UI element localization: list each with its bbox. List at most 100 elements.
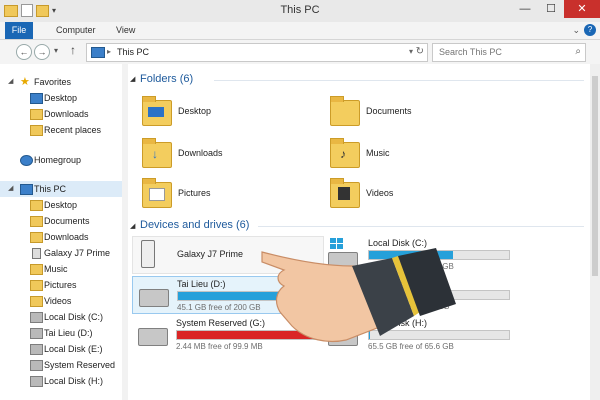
folder-name: Pictures <box>178 188 211 198</box>
address-bar[interactable]: ▸ This PC ▾ ↻ <box>86 43 428 62</box>
back-button[interactable]: ← <box>16 44 32 60</box>
nav-item-label: Desktop <box>44 200 78 210</box>
close-icon[interactable]: ✕ <box>564 0 600 18</box>
computer-icon <box>20 184 33 195</box>
collapse-icon[interactable]: ◢ <box>8 74 13 90</box>
desktop-folder-icon <box>142 96 172 126</box>
drive-icon <box>139 289 169 307</box>
collapse-icon[interactable]: ◢ <box>8 181 13 197</box>
nav-item-label: Music <box>44 264 68 274</box>
videos-folder-icon <box>30 296 43 307</box>
nav-item-label: Videos <box>44 296 72 306</box>
device-name: Local Disk (H:) <box>368 318 428 328</box>
folder-item-downloads[interactable]: ↓ Downloads <box>142 136 312 170</box>
breadcrumb[interactable]: This PC <box>117 47 149 57</box>
device-item-disk-e[interactable]: Local Disk (E:) 145 GB free of 150 GB <box>328 276 518 312</box>
nav-item-label: Recent places <box>44 125 102 135</box>
nav-item-label: Tai Lieu (D:) <box>44 328 93 338</box>
device-name: System Reserved (G:) <box>176 318 266 328</box>
tab-file[interactable]: File <box>5 22 33 39</box>
downloads-folder-icon: ↓ <box>142 138 172 168</box>
group-header-folders[interactable]: Folders (6) <box>140 73 193 85</box>
usage-fill <box>369 251 453 259</box>
nav-item-label: Downloads <box>44 109 89 119</box>
nav-this-pc-label: This PC <box>34 184 67 194</box>
collapse-group-icon[interactable]: ◢ <box>130 75 135 83</box>
nav-item-label: Desktop <box>44 93 78 103</box>
free-space: 145 GB free of 150 GB <box>368 302 450 311</box>
drive-icon <box>328 252 358 270</box>
nav-item-label: System Reserved <box>44 360 116 370</box>
folder-item-pictures[interactable]: Pictures <box>142 176 312 210</box>
device-item-disk-d[interactable]: Tai Lieu (D:) 45.1 GB free of 200 GB <box>132 276 324 314</box>
usage-bar <box>368 290 510 300</box>
free-space: 19.9 GB free of 49.9 GB <box>368 262 454 271</box>
group-divider <box>214 80 584 81</box>
folder-name: Downloads <box>178 148 223 158</box>
device-item-galaxy[interactable]: Galaxy J7 Prime <box>132 236 324 274</box>
device-item-disk-c[interactable]: Local Disk (C:) 19.9 GB free of 49.9 GB <box>328 236 518 272</box>
usage-fill <box>369 331 371 339</box>
pictures-folder-icon <box>142 178 172 208</box>
nav-item-label: Downloads <box>44 232 89 242</box>
maximize-icon[interactable]: ☐ <box>538 0 564 18</box>
drive-icon <box>328 328 358 346</box>
forward-button[interactable]: → <box>34 44 50 60</box>
nav-item-label: Local Disk (C:) <box>44 312 104 322</box>
content-scrollbar[interactable] <box>590 64 600 400</box>
expand-ribbon-icon[interactable]: ⌄ <box>572 25 580 36</box>
recent-locations-icon[interactable]: ▾ <box>54 46 58 55</box>
drive-icon <box>30 376 43 387</box>
folder-item-desktop[interactable]: Desktop <box>142 94 312 128</box>
usage-fill <box>369 291 376 299</box>
refresh-icon[interactable]: ↻ <box>416 46 424 57</box>
content-pane: ◢ Folders (6) Desktop Documents ↓ Downlo… <box>128 64 590 400</box>
tab-view[interactable]: View <box>106 22 145 39</box>
drive-icon <box>138 328 168 346</box>
address-dropdown-icon[interactable]: ▾ <box>409 47 413 56</box>
breadcrumb-separator-icon[interactable]: ▸ <box>107 47 111 56</box>
tab-computer[interactable]: Computer <box>46 22 106 39</box>
music-folder-icon <box>30 264 43 275</box>
recent-places-icon <box>30 125 43 136</box>
up-icon[interactable]: ↑ <box>70 43 76 57</box>
folder-item-music[interactable]: ♪ Music <box>330 136 500 170</box>
folder-name: Videos <box>366 188 394 198</box>
help-icon[interactable]: ? <box>584 24 596 36</box>
navigation-pane: ◢ ★ Favorites Desktop Downloads Recent p… <box>0 64 123 400</box>
videos-folder-icon <box>330 178 360 208</box>
folder-name: Music <box>366 148 390 158</box>
device-item-system-reserved[interactable]: System Reserved (G:) 2.44 MB free of 99.… <box>132 316 322 352</box>
collapse-group-icon[interactable]: ◢ <box>130 222 135 230</box>
search-box[interactable]: ⌕ <box>432 43 586 62</box>
usage-bar <box>368 330 510 340</box>
nav-item-label: Galaxy J7 Prime <box>44 248 111 258</box>
usage-bar <box>177 291 319 301</box>
documents-folder-icon <box>330 96 360 126</box>
group-header-devices[interactable]: Devices and drives (6) <box>140 219 249 231</box>
nav-favorites-label: Favorites <box>34 77 72 87</box>
group-divider <box>258 226 584 227</box>
device-name: Galaxy J7 Prime <box>177 249 244 259</box>
nav-this-pc[interactable]: ◢ This PC <box>0 181 122 197</box>
usage-bar <box>176 330 318 340</box>
music-folder-icon: ♪ <box>330 138 360 168</box>
scrollbar-thumb[interactable] <box>592 76 598 276</box>
nav-item-label: Local Disk (E:) <box>44 344 103 354</box>
computer-icon <box>91 47 105 58</box>
phone-icon <box>141 240 155 268</box>
device-item-disk-h[interactable]: Local Disk (H:) 65.5 GB free of 65.6 GB <box>328 316 518 352</box>
drive-icon <box>30 328 43 339</box>
nav-homegroup-label: Homegroup <box>34 155 82 165</box>
title-bar: ▾ This PC — ☐ ✕ <box>0 0 600 22</box>
minimize-icon[interactable]: — <box>512 0 538 18</box>
search-input[interactable] <box>433 44 564 59</box>
device-name: Local Disk (C:) <box>368 238 428 248</box>
usage-fill <box>177 331 315 339</box>
folder-item-videos[interactable]: Videos <box>330 176 500 210</box>
nav-item-label: Pictures <box>44 280 77 290</box>
windows-logo-icon <box>330 238 344 250</box>
search-icon[interactable]: ⌕ <box>575 46 581 57</box>
downloads-folder-icon <box>30 232 43 243</box>
folder-item-documents[interactable]: Documents <box>330 94 500 128</box>
